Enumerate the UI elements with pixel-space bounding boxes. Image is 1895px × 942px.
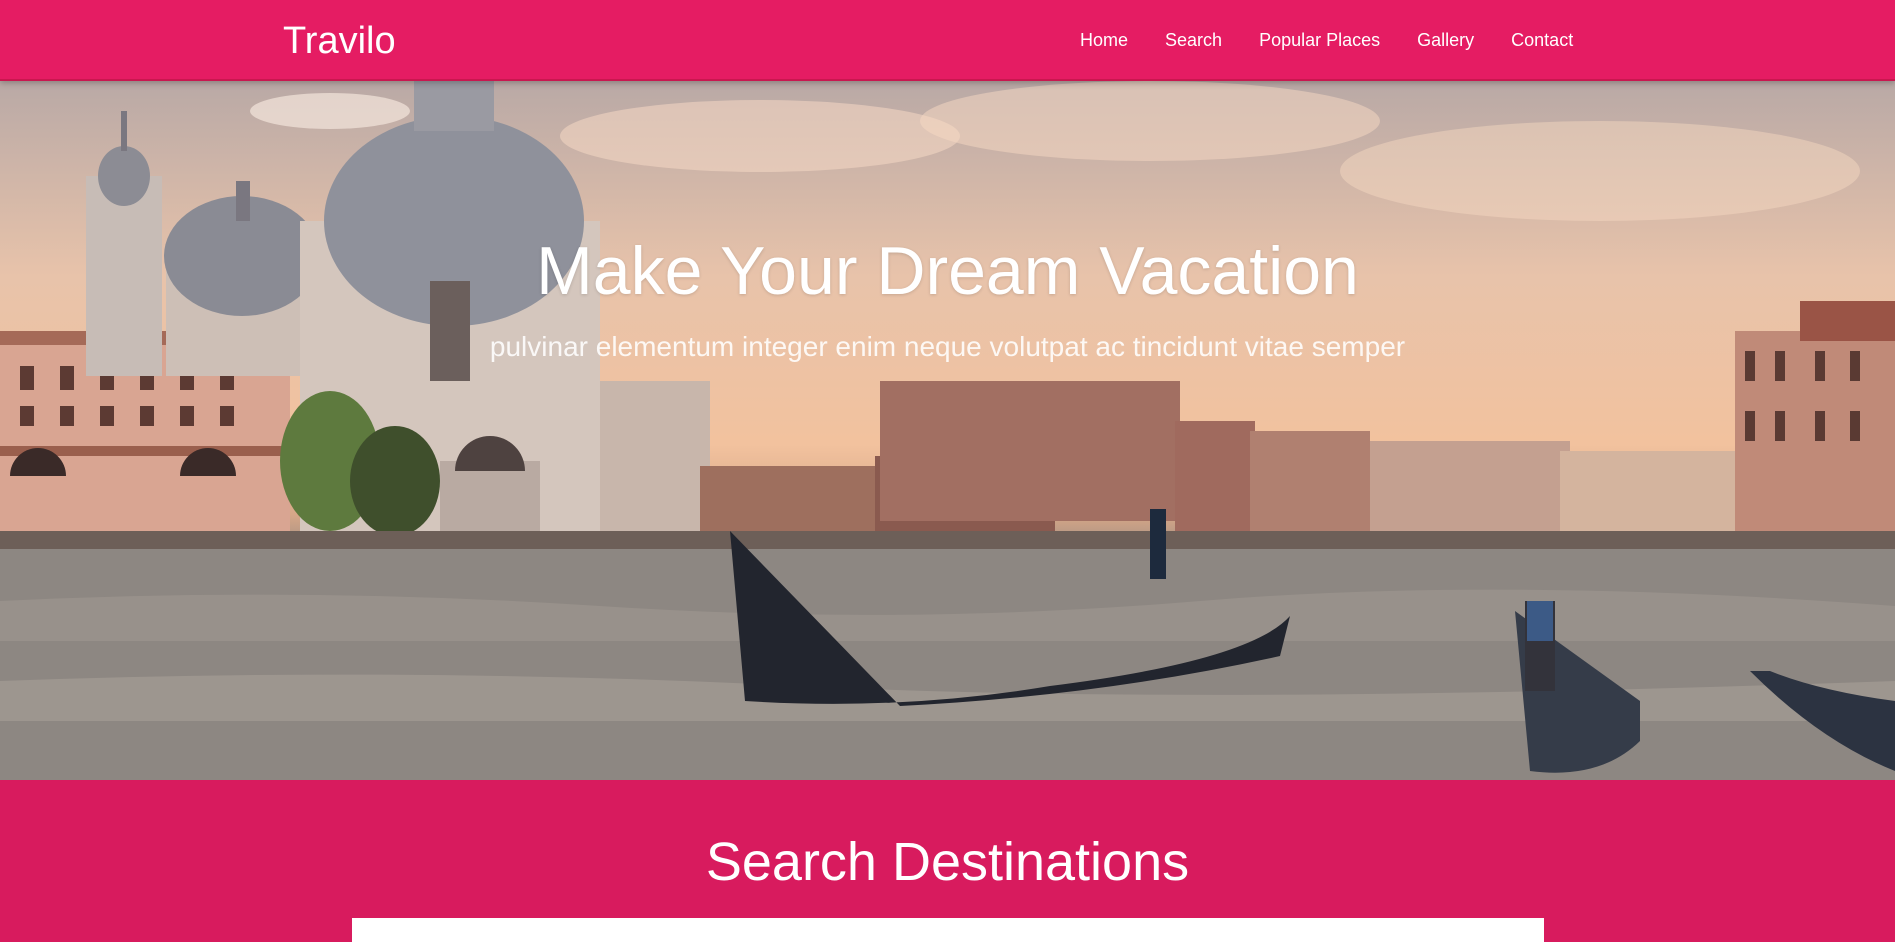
hero-background-image [0,81,1895,780]
nav-item-home: Home [1080,28,1128,52]
hero-title: Make Your Dream Vacation [536,233,1359,309]
search-section-title: Search Destinations [705,832,1190,892]
nav-item-contact: Contact [1511,28,1573,52]
navbar: Travilo Home Search Popular Places Galle… [0,0,1895,81]
nav-link-gallery[interactable]: Gallery [1417,30,1474,50]
nav-link-popular-places[interactable]: Popular Places [1259,30,1380,50]
hero-subtitle: pulvinar elementum integer enim neque vo… [489,331,1406,362]
search-destinations-section: Search Destinations [0,780,1895,942]
nav-item-popular-places: Popular Places [1259,28,1380,52]
nav-item-gallery: Gallery [1417,28,1474,52]
search-form-panel[interactable] [352,918,1544,942]
nav-link-contact[interactable]: Contact [1511,30,1573,50]
nav-menu: Home Search Popular Places Gallery Conta… [1080,28,1610,52]
nav-link-search[interactable]: Search [1165,30,1222,50]
brand-logo[interactable]: Travilo [283,18,396,64]
nav-item-search: Search [1165,28,1222,52]
nav-link-home[interactable]: Home [1080,30,1128,50]
hero-banner: Make Your Dream Vacation pulvinar elemen… [0,81,1895,780]
